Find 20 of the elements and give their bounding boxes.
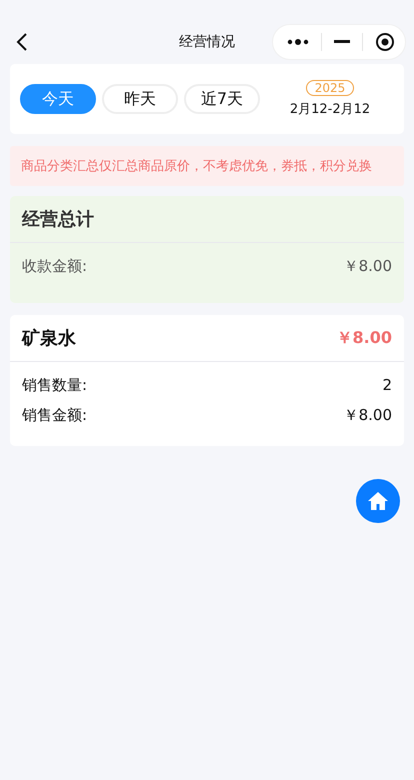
date-tab[interactable]: 昨天 xyxy=(102,84,178,114)
close-icon[interactable] xyxy=(375,32,395,52)
date-range[interactable]: 2月12-2月12 xyxy=(290,100,370,118)
home-icon xyxy=(367,491,389,511)
row-label: 销售数量: xyxy=(22,376,88,394)
minimize-icon[interactable] xyxy=(334,40,350,44)
back-icon[interactable] xyxy=(16,32,28,52)
more-icon[interactable] xyxy=(287,38,309,46)
row-label: 销售金额: xyxy=(22,406,88,424)
row-value: 2 xyxy=(382,376,392,394)
card-title: 经营总计 xyxy=(22,208,94,231)
row-label: 收款金额: xyxy=(22,256,88,276)
row-value: ￥8.00 xyxy=(344,256,392,276)
page-title: 经营情况 xyxy=(179,33,235,51)
notice-text: 商品分类汇总仅汇总商品原价，不考虑优免，券抵，积分兑换 xyxy=(10,146,404,186)
home-button[interactable] xyxy=(356,479,400,523)
date-tab[interactable]: 近7天 xyxy=(184,84,260,114)
product-name: 矿泉水 xyxy=(22,327,76,350)
row-value: ￥8.00 xyxy=(344,406,392,424)
product-total: ￥8.00 xyxy=(336,328,392,348)
